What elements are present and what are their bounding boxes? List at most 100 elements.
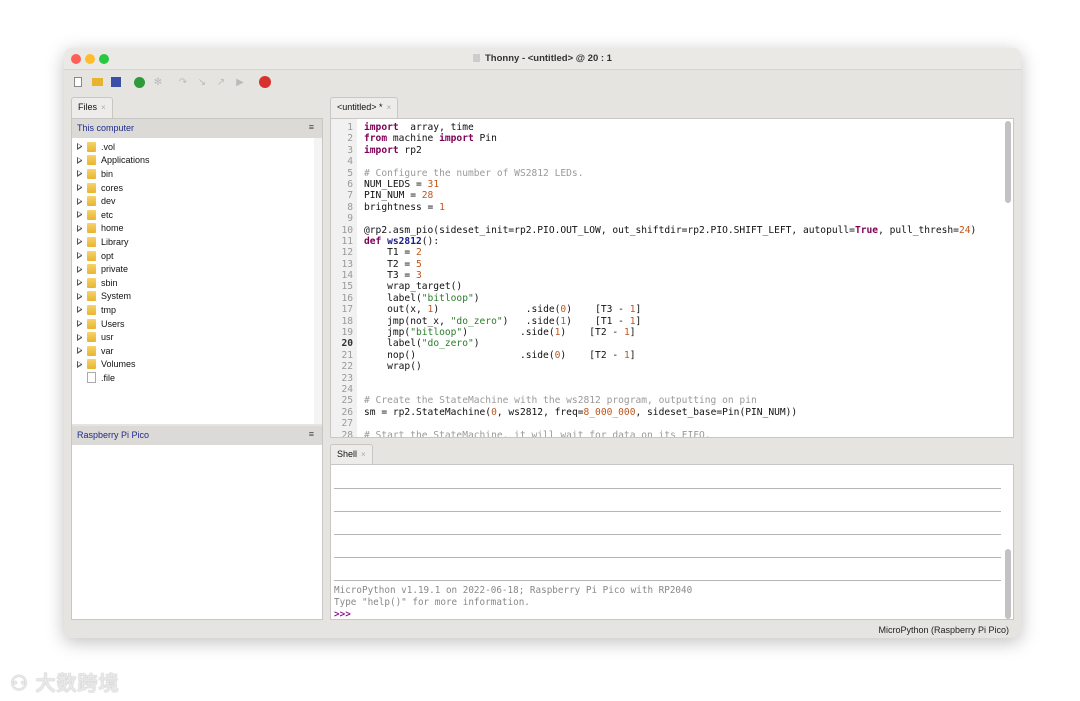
shell-scrollbar[interactable]	[1005, 549, 1011, 619]
code-token: import	[364, 144, 399, 156]
code-line[interactable]: 6 NUM_LEDS = 31	[331, 179, 976, 190]
interpreter-status[interactable]: MicroPython (Raspberry Pi Pico)	[878, 625, 1009, 635]
step-out-icon[interactable]: ↗	[215, 76, 227, 88]
tree-item-opt[interactable]: opt	[77, 249, 150, 263]
folder-icon	[87, 359, 96, 370]
tree-item-private[interactable]: private	[77, 262, 150, 276]
expand-arrow-icon[interactable]	[77, 333, 83, 341]
code-line[interactable]: 22 wrap()	[331, 361, 976, 372]
tree-item-Library[interactable]: Library	[77, 235, 150, 249]
code-line[interactable]: 26 sm = rp2.StateMachine(0, ws2812, freq=…	[331, 407, 976, 418]
stop-icon[interactable]	[259, 76, 271, 88]
expand-arrow-icon[interactable]	[77, 197, 83, 205]
tree-item-cores[interactable]: cores	[77, 181, 150, 195]
tree-item-home[interactable]: home	[77, 222, 150, 236]
tree-item-usr[interactable]: usr	[77, 330, 150, 344]
tree-item-dev[interactable]: dev	[77, 194, 150, 208]
code-line[interactable]: 17 out(x, 1) .side(0) [T3 - 1]	[331, 304, 976, 315]
folder-icon	[87, 168, 96, 179]
expand-arrow-icon[interactable]	[77, 306, 83, 314]
tree-item-var[interactable]: var	[77, 344, 150, 358]
tree-item-Users[interactable]: Users	[77, 317, 150, 331]
code-line[interactable]: 3 import rp2	[331, 145, 976, 156]
expand-arrow-icon[interactable]	[77, 224, 83, 232]
tree-item-System[interactable]: System	[77, 290, 150, 304]
expand-arrow-icon[interactable]	[77, 170, 83, 178]
resume-icon[interactable]: ▶	[234, 76, 246, 88]
expand-arrow-icon[interactable]	[77, 184, 83, 192]
menu-icon[interactable]: ≡	[309, 122, 314, 132]
code-line[interactable]: 8 brightness = 1	[331, 202, 976, 213]
open-file-icon[interactable]	[91, 76, 103, 88]
close-icon[interactable]: ×	[361, 450, 366, 459]
expand-arrow-icon[interactable]	[77, 252, 83, 260]
tab-untitled[interactable]: <untitled> * ×	[330, 97, 399, 118]
tree-item-sbin[interactable]: sbin	[77, 276, 150, 290]
code-token: "do_zero"	[450, 315, 503, 327]
code-editor[interactable]: 1 import array, time 2 from machine import …	[330, 118, 1014, 438]
step-over-icon[interactable]: ↷	[177, 76, 189, 88]
code-token: PIN_NUM =	[364, 190, 422, 202]
tree-item-file[interactable]: .file	[77, 371, 150, 385]
close-icon[interactable]: ×	[387, 103, 392, 112]
tree-item-label: tmp	[101, 304, 117, 315]
code-line[interactable]: 16 label("bitloop")	[331, 293, 976, 304]
code-content[interactable]: 1 import array, time 2 from machine import …	[331, 122, 976, 437]
code-line[interactable]: 25 # Create the StateMachine with the ws2…	[331, 395, 976, 406]
code-line[interactable]: 18 jmp(not_x, "do_zero") .side(1) [T1 - …	[331, 316, 976, 327]
code-line[interactable]: 19 jmp("bitloop") .side(1) [T2 - 1]	[331, 327, 976, 338]
tree-item-label: sbin	[101, 277, 118, 288]
code-line[interactable]: 13 T2 = 5	[331, 259, 976, 270]
code-line[interactable]: 14 T3 = 3	[331, 270, 976, 281]
expand-arrow-icon[interactable]	[77, 292, 83, 300]
code-line[interactable]: 28 # Start the StateMachine, it will wait…	[331, 430, 976, 437]
line-number: 27	[341, 418, 353, 430]
save-icon[interactable]	[110, 76, 122, 88]
code-line[interactable]: 9	[331, 213, 976, 224]
step-into-icon[interactable]: ↘	[196, 76, 208, 88]
shell-prompt[interactable]: >>>	[334, 609, 351, 619]
new-file-icon[interactable]	[72, 76, 84, 88]
expand-arrow-icon[interactable]	[77, 143, 83, 151]
tab-files[interactable]: Files ×	[71, 97, 113, 118]
code-line[interactable]: 2 from machine import Pin	[331, 133, 976, 144]
code-line[interactable]: 24	[331, 384, 976, 395]
expand-arrow-icon[interactable]	[77, 211, 83, 219]
code-line[interactable]: 10 @rp2.asm_pio(sideset_init=rp2.PIO.OUT_…	[331, 225, 976, 236]
expand-arrow-icon[interactable]	[77, 320, 83, 328]
files-scrollbar[interactable]	[314, 138, 322, 424]
code-line[interactable]: 11 def ws2812 ():	[331, 236, 976, 247]
code-line[interactable]: 5 # Configure the number of WS2812 LEDs.	[331, 168, 976, 179]
expand-arrow-icon[interactable]	[77, 265, 83, 273]
shell-panel[interactable]: MicroPython v1.19.1 on 2022-06-18; Raspb…	[330, 464, 1014, 620]
code-line[interactable]: 12 T1 = 2	[331, 247, 976, 258]
code-token: , pull_thresh=	[878, 224, 959, 236]
code-line[interactable]: 4	[331, 156, 976, 167]
code-token: 3	[415, 270, 422, 282]
expand-arrow-icon[interactable]	[77, 238, 83, 246]
code-line[interactable]: 1 import array, time	[331, 122, 976, 133]
expand-arrow-icon[interactable]	[77, 156, 83, 164]
code-line[interactable]: 7 PIN_NUM = 28	[331, 190, 976, 201]
code-line[interactable]: 15 wrap_target()	[331, 281, 976, 292]
close-icon[interactable]: ×	[101, 103, 106, 112]
tree-item-vol[interactable]: .vol	[77, 140, 150, 154]
debug-icon[interactable]: ✻	[152, 76, 164, 88]
tree-item-etc[interactable]: etc	[77, 208, 150, 222]
tree-item-bin[interactable]: bin	[77, 167, 150, 181]
code-line[interactable]: 27	[331, 418, 976, 429]
code-token: True	[854, 224, 879, 236]
editor-scrollbar[interactable]	[1005, 121, 1011, 203]
code-line[interactable]: 21 nop() .side(0) [T2 - 1]	[331, 350, 976, 361]
expand-arrow-icon[interactable]	[77, 279, 83, 287]
tree-item-Applications[interactable]: Applications	[77, 154, 150, 168]
expand-arrow-icon[interactable]	[77, 347, 83, 355]
run-icon[interactable]	[133, 76, 145, 88]
code-line[interactable]: 23	[331, 373, 976, 384]
menu-icon[interactable]: ≡	[309, 429, 314, 439]
expand-arrow-icon[interactable]	[77, 360, 83, 368]
tree-item-Volumes[interactable]: Volumes	[77, 358, 150, 372]
code-line[interactable]: 20 label("do_zero")	[331, 338, 976, 349]
tab-shell[interactable]: Shell ×	[330, 444, 373, 465]
tree-item-tmp[interactable]: tmp	[77, 303, 150, 317]
